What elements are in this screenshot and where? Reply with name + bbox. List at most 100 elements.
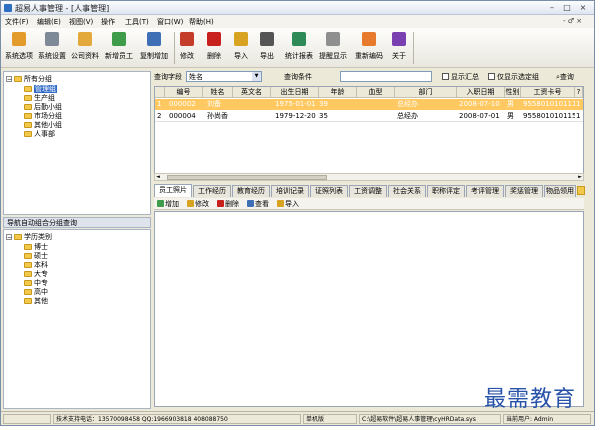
tree-item-management[interactable]: 管理组	[24, 84, 57, 93]
tab-training[interactable]: 培训记录	[271, 185, 309, 197]
menu-operate[interactable]: 操作	[101, 17, 115, 27]
col-header-more[interactable]: ?	[575, 87, 583, 98]
copy-add-button[interactable]: 复制增加	[137, 30, 171, 66]
recode-button[interactable]: 重新编码	[353, 30, 385, 66]
tree-root-label: 所有分组	[24, 75, 52, 83]
button-label: 统计报表	[285, 52, 313, 60]
scroll-right-icon[interactable]: ►	[578, 174, 582, 180]
delete-icon	[207, 32, 221, 46]
tab-relations[interactable]: 社会关系	[388, 185, 426, 197]
tab-education[interactable]: 教育经历	[232, 185, 270, 197]
button-label: 提醒显示	[319, 52, 347, 60]
menu-edit[interactable]: 编辑(E)	[37, 17, 61, 27]
detail-delete-button[interactable]: 删除	[217, 199, 239, 209]
delete-button[interactable]: 删除	[204, 30, 224, 66]
tree-root[interactable]: − 所有分组	[6, 74, 52, 83]
menu-tools[interactable]: 工具(T)	[125, 17, 149, 27]
statistics-report-button[interactable]: 统计报表	[283, 30, 315, 66]
tree-item-production[interactable]: 生产组	[24, 93, 55, 102]
tree-item-phd[interactable]: 博士	[24, 242, 48, 251]
collapse-icon[interactable]: −	[6, 76, 12, 83]
status-user: 当前用户: Admin	[503, 414, 591, 424]
menu-window[interactable]: 窗口(W)	[157, 17, 183, 27]
reminder-icon	[326, 32, 340, 46]
tab-assessment[interactable]: 考评管理	[466, 185, 504, 197]
maximize-button[interactable]: □	[561, 2, 573, 13]
show-summary-checkbox[interactable]	[442, 73, 449, 80]
col-header-id[interactable]: 编号	[165, 87, 203, 98]
menu-file[interactable]: 文件(F)	[5, 17, 29, 27]
tree-item-college[interactable]: 大专	[24, 269, 48, 278]
col-header-english[interactable]: 英文名	[233, 87, 271, 98]
tree-item-label: 人事部	[34, 130, 55, 138]
col-header-name[interactable]: 姓名	[203, 87, 233, 98]
col-header-dept[interactable]: 部门	[395, 87, 457, 98]
detail-add-button[interactable]: 增加	[157, 199, 179, 209]
detail-view-button[interactable]: 查看	[247, 199, 269, 209]
employee-grid: 编号 姓名 英文名 出生日期 年龄 血型 部门 入职日期 性别 工资卡号 ? 1…	[154, 86, 584, 174]
scroll-thumb[interactable]	[167, 175, 327, 180]
detail-edit-button[interactable]: 修改	[187, 199, 209, 209]
folder-icon	[24, 298, 32, 304]
query-field-select[interactable]: 姓名 ▼	[186, 71, 262, 82]
cell-gender: 男	[507, 100, 514, 108]
reminder-button[interactable]: 提醒显示	[317, 30, 349, 66]
export-button[interactable]: 导出	[257, 30, 277, 66]
system-options-button[interactable]: 系统选项	[3, 30, 35, 66]
detail-import-button[interactable]: 导入	[277, 199, 299, 209]
tree-item-hr[interactable]: 人事部	[24, 129, 55, 138]
tab-items[interactable]: 物品领用	[544, 185, 576, 197]
tree-item-technical[interactable]: 中专	[24, 278, 48, 287]
close-button[interactable]: ×	[577, 2, 589, 13]
button-label: 修改	[180, 52, 194, 60]
tab-work-history[interactable]: 工作经历	[193, 185, 231, 197]
only-selected-checkbox[interactable]	[488, 73, 495, 80]
col-header-age[interactable]: 年龄	[319, 87, 357, 98]
col-header-card[interactable]: 工资卡号	[521, 87, 575, 98]
col-header-blood[interactable]: 血型	[357, 87, 395, 98]
auto-group-query-header[interactable]: 导航自动组合分组查询	[3, 217, 151, 228]
search-button[interactable]: ⌕查询	[556, 72, 574, 82]
menu-help[interactable]: 帮助(H)	[189, 17, 214, 27]
tree-item-label: 市场分组	[34, 112, 62, 120]
tab-scroll-icon[interactable]	[577, 186, 585, 195]
system-settings-button[interactable]: 系统设置	[36, 30, 68, 66]
query-condition-input[interactable]	[340, 71, 432, 82]
cell-join-date: 2008-07-10	[459, 100, 500, 108]
cell-card: 955801010115	[523, 112, 575, 120]
about-button[interactable]: 关于	[389, 30, 409, 66]
add-employee-button[interactable]: 新增员工	[103, 30, 135, 66]
import-icon	[234, 32, 248, 46]
tab-certificates[interactable]: 证照列表	[310, 185, 348, 197]
col-header-join-date[interactable]: 入职日期	[457, 87, 505, 98]
col-header-gender[interactable]: 性别	[505, 87, 521, 98]
recode-icon	[362, 32, 376, 46]
company-info-button[interactable]: 公司资料	[69, 30, 101, 66]
tab-photo[interactable]: 员工照片	[154, 184, 192, 197]
minimize-button[interactable]: –	[546, 2, 558, 13]
scroll-left-icon[interactable]: ◄	[156, 174, 160, 180]
cell-id: 000002	[169, 100, 196, 108]
cell-english	[237, 99, 271, 110]
tree-item-master[interactable]: 硕士	[24, 251, 48, 260]
folder-icon	[24, 86, 32, 92]
tree-item-other[interactable]: 其他小组	[24, 120, 62, 129]
edit-button[interactable]: 修改	[177, 30, 197, 66]
tree-item-market[interactable]: 市场分组	[24, 111, 62, 120]
tree-item-bachelor[interactable]: 本科	[24, 260, 48, 269]
grid-horizontal-scrollbar[interactable]: ◄ ►	[154, 173, 584, 181]
tab-salary-adjust[interactable]: 工资调整	[349, 185, 387, 197]
import-button[interactable]: 导入	[231, 30, 251, 66]
button-label: 系统选项	[5, 52, 33, 60]
tab-title-eval[interactable]: 职称评定	[427, 185, 465, 197]
collapse-icon[interactable]: −	[6, 234, 12, 241]
menu-view[interactable]: 视图(V)	[69, 17, 93, 27]
tree-item-logistics[interactable]: 后勤小组	[24, 102, 62, 111]
col-header-birth[interactable]: 出生日期	[271, 87, 319, 98]
edit-icon	[187, 200, 194, 207]
tree-item-other-edu[interactable]: 其他	[24, 296, 48, 305]
tab-rewards[interactable]: 奖惩管理	[505, 185, 543, 197]
tree-item-highschool[interactable]: 高中	[24, 287, 48, 296]
tree-root-education[interactable]: − 学历类别	[6, 232, 52, 241]
mdi-child-controls[interactable]: - ♂ ×	[563, 17, 582, 25]
